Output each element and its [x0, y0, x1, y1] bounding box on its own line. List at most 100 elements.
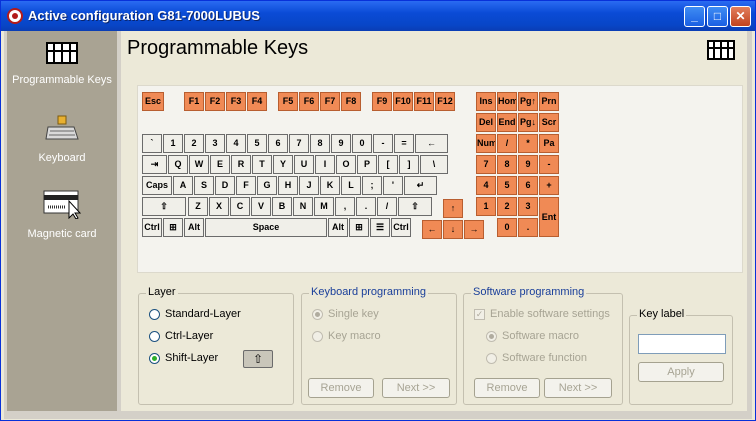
- arrow-left-key[interactable]: ←: [422, 220, 442, 239]
- keyboard-key[interactable]: \: [420, 155, 448, 174]
- keyboard-remove-button[interactable]: Remove: [308, 378, 374, 398]
- keyboard-key[interactable]: `: [142, 134, 162, 153]
- keyboard-key[interactable]: F: [236, 176, 256, 195]
- software-function-radio[interactable]: Software function: [486, 350, 587, 366]
- nav-key[interactable]: Del: [476, 113, 496, 132]
- keyboard-next-button[interactable]: Next >>: [382, 378, 450, 398]
- numpad-key[interactable]: Num: [476, 134, 496, 153]
- numpad-key[interactable]: /: [497, 134, 517, 153]
- numpad-key[interactable]: 0: [497, 218, 517, 237]
- menu-key[interactable]: ☰: [370, 218, 390, 237]
- ctrl-key[interactable]: Ctrl: [142, 218, 162, 237]
- keyboard-key[interactable]: B: [272, 197, 292, 216]
- keyboard-key[interactable]: X: [209, 197, 229, 216]
- keyboard-key[interactable]: O: [336, 155, 356, 174]
- numpad-key[interactable]: 3: [518, 197, 538, 216]
- keyboard-key[interactable]: N: [293, 197, 313, 216]
- shift-layer-radio[interactable]: Shift-Layer: [149, 350, 218, 366]
- function-key[interactable]: F12: [435, 92, 455, 111]
- keyboard-key[interactable]: L: [341, 176, 361, 195]
- function-key[interactable]: F6: [299, 92, 319, 111]
- radio-indicator[interactable]: [149, 330, 160, 342]
- keyboard-key[interactable]: U: [294, 155, 314, 174]
- keyboard-key[interactable]: 3: [205, 134, 225, 153]
- minimize-button[interactable]: _: [684, 6, 705, 27]
- standard-layer-radio[interactable]: Standard-Layer: [149, 306, 241, 322]
- numpad-key[interactable]: 9: [518, 155, 538, 174]
- numpad-enter-key[interactable]: Ent: [539, 197, 559, 237]
- function-key[interactable]: F4: [247, 92, 267, 111]
- keyboard-key[interactable]: A: [173, 176, 193, 195]
- arrow-up-key[interactable]: ↑: [443, 199, 463, 218]
- numpad-key[interactable]: 4: [476, 176, 496, 195]
- keyboard-key[interactable]: V: [251, 197, 271, 216]
- radio-indicator[interactable]: [486, 330, 497, 342]
- keyboard-key[interactable]: E: [210, 155, 230, 174]
- function-key[interactable]: F9: [372, 92, 392, 111]
- enter-key[interactable]: ↵: [404, 176, 437, 195]
- keyboard-key[interactable]: =: [394, 134, 414, 153]
- keyboard-key[interactable]: ]: [399, 155, 419, 174]
- keyboard-key[interactable]: T: [252, 155, 272, 174]
- apply-button[interactable]: Apply: [638, 362, 724, 382]
- radio-indicator[interactable]: [149, 352, 160, 364]
- ctrl-key[interactable]: Ctrl: [391, 218, 411, 237]
- single-key-radio[interactable]: Single key: [312, 306, 379, 322]
- numpad-key[interactable]: 6: [518, 176, 538, 195]
- key-macro-radio[interactable]: Key macro: [312, 328, 381, 344]
- close-button[interactable]: ✕: [730, 6, 751, 27]
- sidebar-item-magnetic-card[interactable]: Magnetic card: [7, 189, 117, 240]
- keyboard-key[interactable]: W: [189, 155, 209, 174]
- keyboard-key[interactable]: 0: [352, 134, 372, 153]
- keyboard-key[interactable]: 1: [163, 134, 183, 153]
- nav-key[interactable]: Prn: [539, 92, 559, 111]
- keyboard-key[interactable]: 9: [331, 134, 351, 153]
- keyboard-key[interactable]: 7: [289, 134, 309, 153]
- keyboard-key[interactable]: ': [383, 176, 403, 195]
- numpad-key[interactable]: -: [539, 155, 559, 174]
- keyboard-key[interactable]: H: [278, 176, 298, 195]
- keyboard-key[interactable]: 6: [268, 134, 288, 153]
- keyboard-key[interactable]: Z: [188, 197, 208, 216]
- software-macro-radio[interactable]: Software macro: [486, 328, 579, 344]
- windows-key[interactable]: ⊞: [349, 218, 369, 237]
- arrow-down-key[interactable]: ↓: [443, 220, 463, 239]
- keyboard-key[interactable]: ,: [335, 197, 355, 216]
- function-key[interactable]: F2: [205, 92, 225, 111]
- key-label-input[interactable]: [638, 334, 726, 354]
- numpad-key[interactable]: 2: [497, 197, 517, 216]
- function-key[interactable]: F5: [278, 92, 298, 111]
- checkbox-indicator[interactable]: ✓: [474, 308, 485, 320]
- numpad-key[interactable]: Pa: [539, 134, 559, 153]
- backspace-key[interactable]: ←: [415, 134, 448, 153]
- maximize-button[interactable]: □: [707, 6, 728, 27]
- windows-key[interactable]: ⊞: [163, 218, 183, 237]
- ctrl-layer-radio[interactable]: Ctrl-Layer: [149, 328, 213, 344]
- nav-key[interactable]: Ins: [476, 92, 496, 111]
- keyboard-key[interactable]: 2: [184, 134, 204, 153]
- keyboard-key[interactable]: 4: [226, 134, 246, 153]
- right-shift-key[interactable]: ⇧: [398, 197, 432, 216]
- keyboard-key[interactable]: 5: [247, 134, 267, 153]
- keyboard-key[interactable]: R: [231, 155, 251, 174]
- nav-key[interactable]: Pg↑: [518, 92, 538, 111]
- software-next-button[interactable]: Next >>: [544, 378, 612, 398]
- arrow-right-key[interactable]: →: [464, 220, 484, 239]
- space-key[interactable]: Space: [205, 218, 327, 237]
- nav-key[interactable]: End: [497, 113, 517, 132]
- keyboard-key[interactable]: -: [373, 134, 393, 153]
- keyboard-key[interactable]: /: [377, 197, 397, 216]
- enable-software-checkbox[interactable]: ✓ Enable software settings: [474, 306, 610, 322]
- function-key[interactable]: F3: [226, 92, 246, 111]
- numpad-key[interactable]: 8: [497, 155, 517, 174]
- radio-indicator[interactable]: [149, 308, 160, 320]
- keyboard-key[interactable]: C: [230, 197, 250, 216]
- radio-indicator[interactable]: [312, 308, 323, 320]
- function-key[interactable]: Esc: [142, 92, 164, 111]
- alt-key[interactable]: Alt: [184, 218, 204, 237]
- keyboard-key[interactable]: Q: [168, 155, 188, 174]
- function-key[interactable]: F1: [184, 92, 204, 111]
- keyboard-key[interactable]: M: [314, 197, 334, 216]
- numpad-key[interactable]: 7: [476, 155, 496, 174]
- numpad-key[interactable]: *: [518, 134, 538, 153]
